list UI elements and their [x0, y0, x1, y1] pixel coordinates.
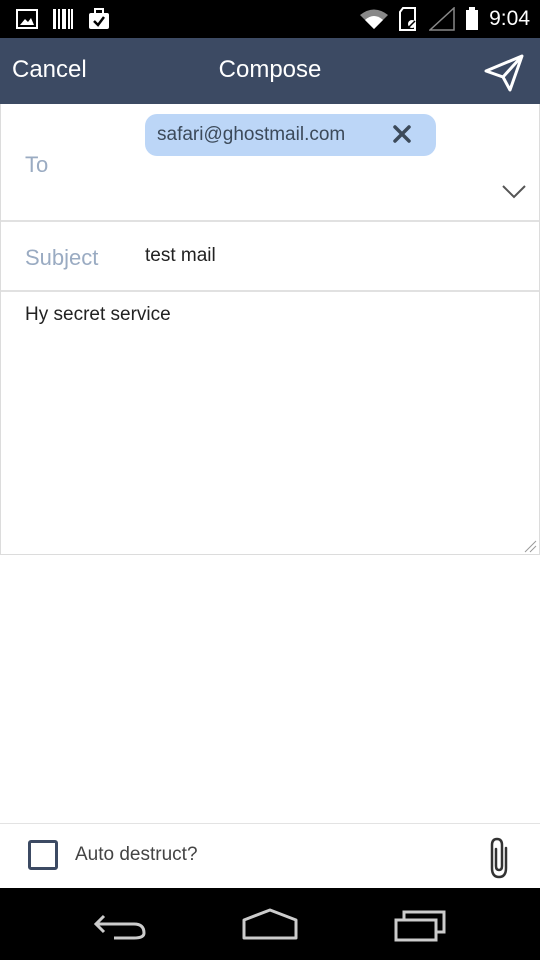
message-body[interactable]: Hy secret service	[1, 292, 539, 555]
wifi-icon	[360, 9, 389, 29]
send-icon[interactable]	[482, 50, 526, 94]
home-icon[interactable]	[240, 906, 300, 942]
app-bar: Cancel Compose	[0, 38, 540, 104]
status-bar: 9:04	[0, 0, 540, 38]
resize-grip-icon[interactable]	[523, 539, 537, 553]
signal-icon	[429, 7, 455, 31]
compose-form: To safari@ghostmail.com Subject Hy secre…	[0, 104, 540, 555]
battery-icon	[466, 7, 479, 30]
clock: 9:04	[489, 7, 530, 30]
sd-card-icon	[399, 7, 417, 31]
close-icon[interactable]	[390, 122, 414, 146]
auto-destruct-checkbox[interactable]	[28, 840, 58, 870]
paperclip-icon[interactable]	[484, 836, 516, 880]
back-icon[interactable]	[90, 906, 150, 942]
barcode-icon	[53, 9, 73, 29]
auto-destruct-label: Auto destruct?	[75, 844, 198, 865]
recipient-chip[interactable]: safari@ghostmail.com	[145, 114, 436, 156]
briefcase-check-icon	[89, 8, 109, 29]
subject-label: Subject	[25, 245, 99, 270]
navigation-bar	[0, 888, 540, 960]
cancel-button[interactable]: Cancel	[12, 56, 87, 84]
subject-row: Subject	[1, 222, 539, 292]
message-body-text: Hy secret service	[25, 304, 171, 325]
compose-footer: Auto destruct?	[0, 823, 540, 888]
subject-input[interactable]	[145, 236, 525, 276]
recent-apps-icon[interactable]	[390, 906, 450, 942]
picture-icon	[16, 9, 38, 29]
recipient-address: safari@ghostmail.com	[157, 124, 346, 145]
to-label: To	[25, 152, 49, 177]
chevron-down-icon[interactable]	[501, 178, 527, 204]
to-row[interactable]: To safari@ghostmail.com	[1, 104, 539, 222]
